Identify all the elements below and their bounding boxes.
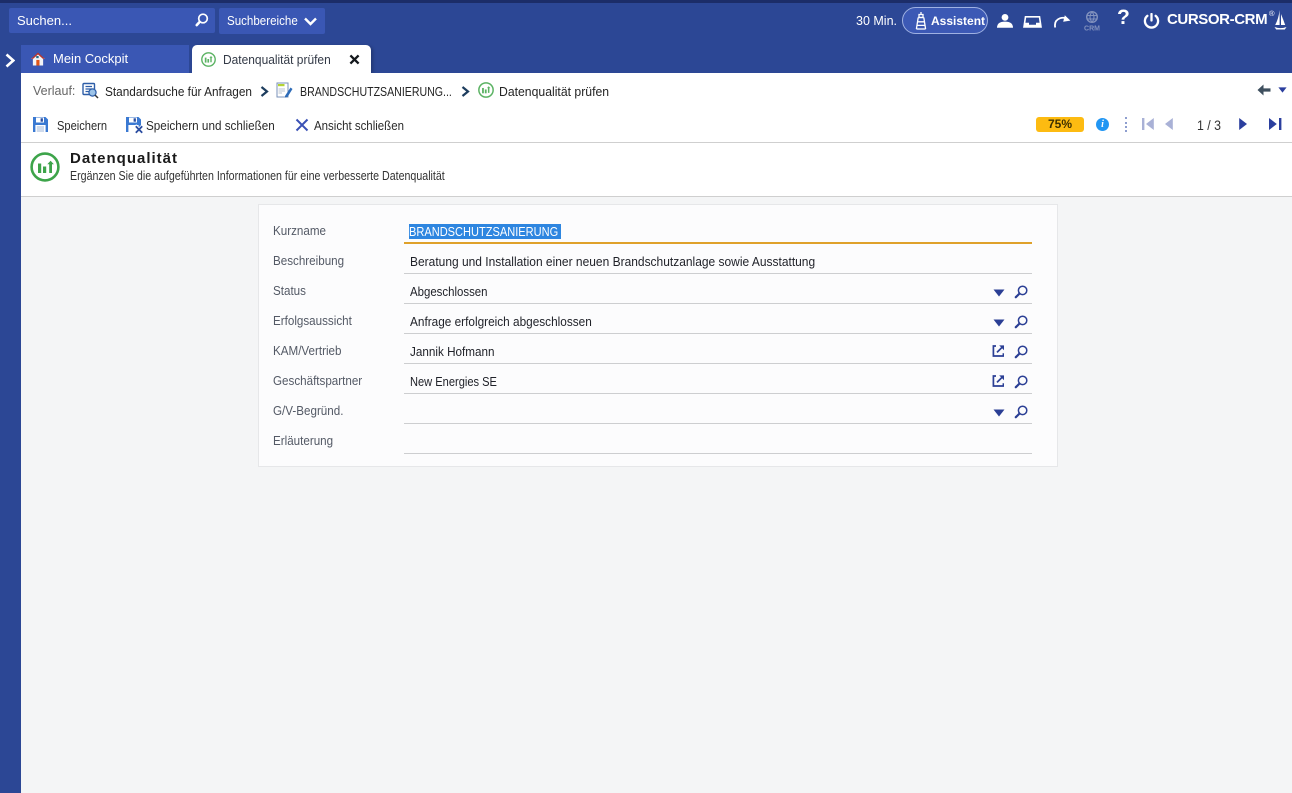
svg-text:CRM: CRM (1084, 26, 1100, 32)
